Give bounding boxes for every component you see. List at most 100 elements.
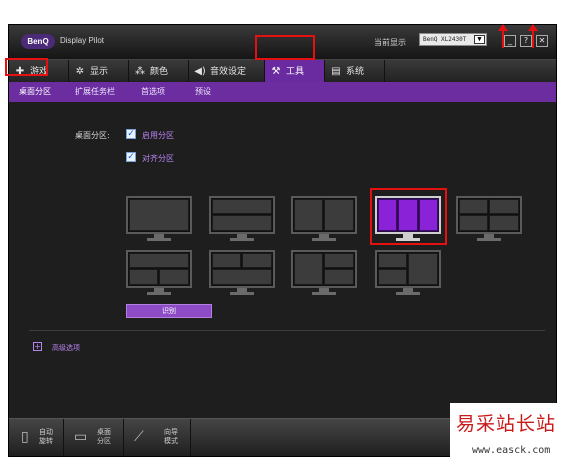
monitor-screen xyxy=(291,250,357,288)
wizard-mode-button[interactable]: ⟋ 向导 模式 xyxy=(124,419,191,456)
partition-panel xyxy=(242,253,272,268)
chevron-down-icon[interactable]: ▼ xyxy=(474,35,485,44)
monitor-base xyxy=(230,238,254,241)
monitor-base xyxy=(477,238,501,241)
partition-panel xyxy=(489,215,519,231)
monitor-select-value: BenQ XL2430T xyxy=(423,36,467,43)
desktop-partition-shortcut-button[interactable]: ▭ 桌面 分区 xyxy=(64,419,124,456)
subtab-extended-taskbar[interactable]: 扩展任务栏 xyxy=(75,82,115,102)
desktop-partition-label: 桌面分区: xyxy=(75,131,110,140)
monitor-screen xyxy=(209,250,275,288)
watermark-chinese-text: 易采站长站 xyxy=(456,413,557,435)
monitor-base xyxy=(312,238,336,241)
layout-two-horizontal[interactable] xyxy=(209,196,275,242)
watermark-url: www.easck.com xyxy=(472,445,551,456)
partition-panel xyxy=(212,269,272,285)
partition-panel xyxy=(129,253,189,268)
tab-label: 显示 xyxy=(90,67,109,77)
color-dots-icon: ⁂ xyxy=(135,66,145,77)
layout-three-bottom-split[interactable] xyxy=(209,250,275,296)
enable-partition-checkbox[interactable]: ✓ xyxy=(126,129,136,139)
monitor-screen xyxy=(375,250,441,288)
partition-panel xyxy=(159,269,189,285)
subtab-desktop-partition[interactable]: 桌面分区 xyxy=(19,82,51,102)
partition-panel xyxy=(212,199,272,214)
auto-rotate-label: 自动 旋转 xyxy=(39,428,53,445)
partition-panel xyxy=(378,269,407,285)
subtab-preferences[interactable]: 首选项 xyxy=(141,82,165,102)
annotation-arrow-minimize xyxy=(498,24,508,48)
tab-label: 音效设定 xyxy=(210,67,247,77)
monitor-base xyxy=(230,292,254,295)
tab-system[interactable]: ▤ 系统 xyxy=(325,60,385,83)
partition-panel xyxy=(212,253,241,268)
monitor-screen xyxy=(209,196,275,234)
monitor-base xyxy=(147,292,171,295)
plus-icon[interactable]: + xyxy=(33,342,42,351)
partition-panel xyxy=(489,199,519,214)
system-icon: ▤ xyxy=(331,66,341,77)
partition-panel xyxy=(129,199,189,231)
tools-tab-highlight xyxy=(255,35,315,60)
tab-label: 颜色 xyxy=(150,67,169,77)
desktop-partition-panel: 桌面分区: ✓ 启用分区 ✓ 对齐分区 识别 + 高级选项 xyxy=(9,102,556,418)
partition-panel xyxy=(129,269,158,285)
partition-panel xyxy=(212,215,272,231)
advanced-options-link[interactable]: 高级选项 xyxy=(52,343,80,353)
desktop-partition-shortcut-label: 桌面 分区 xyxy=(97,428,111,445)
tab-color[interactable]: ⁂ 颜色 xyxy=(129,60,189,83)
speaker-icon: ◀) xyxy=(194,66,206,77)
subtab-presets[interactable]: 预设 xyxy=(195,82,211,102)
minimize-button[interactable]: _ xyxy=(504,35,516,47)
brightness-icon: ✲ xyxy=(75,66,85,77)
site-watermark: 易采站长站 www.easck.com xyxy=(450,403,569,465)
help-button[interactable]: ? xyxy=(520,35,532,47)
partition-panel xyxy=(324,253,354,268)
monitor-base xyxy=(396,292,420,295)
current-display-label: 当前显示 xyxy=(374,38,406,47)
rotate-monitor-icon: ▯ xyxy=(21,429,29,445)
partition-panel xyxy=(324,269,354,285)
wand-icon: ⟋ xyxy=(134,429,144,445)
align-partition-checkbox[interactable]: ✓ xyxy=(126,152,136,162)
monitor-select[interactable]: BenQ XL2430T ▼ xyxy=(419,33,487,46)
partition-panel xyxy=(459,199,488,214)
layout-single[interactable] xyxy=(126,196,192,242)
layout-two-left-plus-right[interactable] xyxy=(375,250,441,296)
partition-panel xyxy=(408,253,438,285)
auto-rotate-button[interactable]: ▯ 自动 旋转 xyxy=(9,419,64,456)
align-partition-label[interactable]: 对齐分区 xyxy=(142,153,174,164)
layout-two-vertical[interactable] xyxy=(291,196,357,242)
annotation-arrow-close xyxy=(528,24,538,48)
monitor-screen xyxy=(126,250,192,288)
tab-tools[interactable]: ⚒ 工具 xyxy=(265,60,325,83)
display-pilot-window: BenQ Display Pilot 当前显示 BenQ XL2430T ▼ _… xyxy=(8,24,557,457)
monitor-screen xyxy=(291,196,357,234)
wrench-icon: ⚒ xyxy=(271,66,281,77)
partition-panel xyxy=(294,253,323,285)
enable-partition-label[interactable]: 启用分区 xyxy=(142,130,174,141)
layout-left-plus-two-right[interactable] xyxy=(291,250,357,296)
desktop-subtab-highlight xyxy=(5,58,48,76)
close-button[interactable]: ✕ xyxy=(536,35,548,47)
app-name: Display Pilot xyxy=(60,36,105,45)
selected-layout-highlight xyxy=(370,188,447,245)
benq-logo: BenQ xyxy=(21,34,55,49)
layout-three-top-split[interactable] xyxy=(126,250,192,296)
tab-label: 工具 xyxy=(286,67,305,77)
sub-navigation: 桌面分区 扩展任务栏 首选项 预设 xyxy=(9,82,556,102)
wizard-mode-label: 向导 模式 xyxy=(164,428,178,445)
tab-audio[interactable]: ◀) 音效设定 xyxy=(189,60,265,83)
monitor-base xyxy=(147,238,171,241)
layout-four-grid[interactable] xyxy=(456,196,522,242)
partition-panel xyxy=(294,199,323,231)
identify-button[interactable]: 识别 xyxy=(126,304,212,318)
partition-panel xyxy=(324,199,354,231)
partition-panel xyxy=(459,215,488,231)
tab-label: 系统 xyxy=(346,67,365,77)
desktop-partition-icon: ▭ xyxy=(74,429,88,445)
tab-display[interactable]: ✲ 显示 xyxy=(69,60,129,83)
partition-panel xyxy=(378,253,407,268)
main-tabs: ✚ 游戏 ✲ 显示 ⁂ 颜色 ◀) 音效设定 ⚒ 工具 ▤ 系统 xyxy=(9,59,556,83)
monitor-screen xyxy=(126,196,192,234)
